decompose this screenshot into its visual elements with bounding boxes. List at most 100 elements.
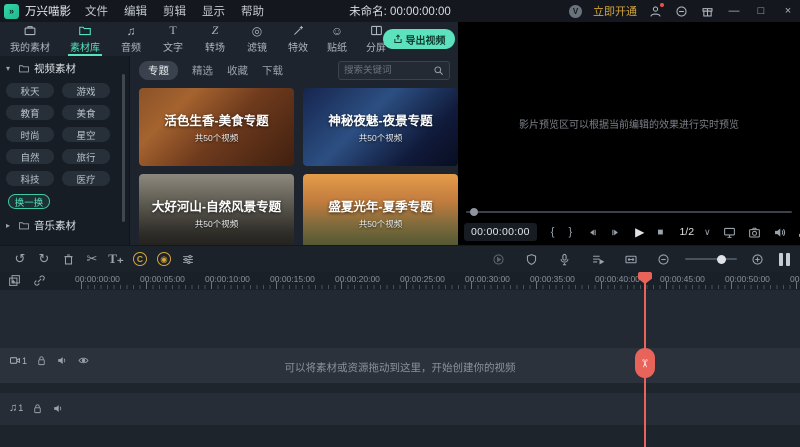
music-note-icon: ♫	[127, 24, 136, 37]
stop-button[interactable]: ■	[657, 227, 663, 238]
export-video-button[interactable]: 导出视频	[383, 29, 455, 49]
render-preview-icon[interactable]	[487, 253, 511, 266]
fit-timeline-icon[interactable]	[619, 253, 643, 266]
menu-clip[interactable]: 剪辑	[163, 3, 186, 19]
tab-effects[interactable]: 特效	[278, 22, 318, 56]
previous-frame-icon[interactable]	[587, 227, 598, 238]
add-text-icon[interactable]: T₊	[104, 251, 128, 267]
seekbar-knob[interactable]	[470, 208, 478, 216]
search-input[interactable]	[344, 65, 429, 76]
undo-icon[interactable]: ↺	[8, 251, 32, 267]
filmora-window: » 万兴喵影 文件 编辑 剪辑 显示 帮助 未命名: 00:00:00:00 V…	[0, 0, 800, 447]
subtab-favorites[interactable]: 收藏	[227, 63, 248, 78]
zoom-slider-handle[interactable]	[717, 255, 726, 264]
sidebar-scrollbar[interactable]	[122, 74, 125, 222]
topic-card-summer[interactable]: 盛夏光年-夏季专题 共50个视频	[303, 174, 458, 245]
tag-nature[interactable]: 自然	[6, 149, 54, 164]
link-clips-icon[interactable]	[33, 274, 46, 287]
tag-food[interactable]: 美食	[62, 105, 110, 120]
minimize-button[interactable]: —	[726, 5, 742, 17]
timeline-ruler[interactable]: 00:00:00:0000:00:05:0000:00:10:0000:00:1…	[0, 272, 800, 290]
snapshot-camera-icon[interactable]	[748, 226, 761, 239]
close-button[interactable]: ×	[780, 5, 796, 17]
tag-medical[interactable]: 医疗	[62, 171, 110, 186]
split-scissors-icon[interactable]: ✂	[80, 251, 104, 267]
mute-track-icon[interactable]	[52, 403, 64, 414]
premium-feature-icon-1[interactable]: C	[128, 252, 152, 266]
upload-icon	[393, 34, 403, 44]
preview-zoom-level[interactable]: 1/2	[679, 226, 694, 238]
tab-stickers[interactable]: ☺ 贴纸	[318, 22, 356, 56]
lock-icon[interactable]	[32, 403, 43, 414]
preview-seekbar[interactable]	[466, 211, 792, 213]
scissors-icon: ✂	[639, 358, 652, 367]
toolbar-right	[487, 253, 800, 266]
tag-autumn[interactable]: 秋天	[6, 83, 54, 98]
menu-help[interactable]: 帮助	[241, 3, 264, 19]
next-frame-icon[interactable]	[610, 227, 621, 238]
menu-edit[interactable]: 编辑	[124, 3, 147, 19]
display-device-icon[interactable]	[723, 226, 736, 239]
gift-icon[interactable]	[700, 4, 715, 19]
track-lane-lower[interactable]	[0, 425, 800, 447]
sidebar-section-music[interactable]: ▸ 音乐素材	[0, 213, 129, 238]
caret-right-icon[interactable]: ▸	[6, 221, 14, 230]
subtab-downloads[interactable]: 下载	[262, 63, 283, 78]
account-icon[interactable]	[648, 4, 663, 19]
timeline-zoom-slider[interactable]	[685, 258, 737, 260]
menubar: 文件 编辑 剪辑 显示 帮助	[85, 3, 264, 19]
play-button[interactable]: ▶	[635, 225, 644, 239]
tag-games[interactable]: 游戏	[62, 83, 110, 98]
volume-icon[interactable]	[773, 226, 786, 239]
track-panel-toggle-icon[interactable]	[779, 253, 791, 266]
delete-icon[interactable]	[56, 253, 80, 266]
audio-track-header: ♫ 1	[9, 402, 64, 414]
tab-transitions[interactable]: Z 转场	[194, 22, 236, 56]
manage-tracks-icon[interactable]	[8, 274, 21, 287]
adjust-sliders-icon[interactable]	[176, 253, 200, 266]
titlebar-right: V 立即开通 — □ ×	[569, 0, 796, 22]
topic-card-night[interactable]: 神秘夜魅-夜景专题 共50个视频	[303, 88, 458, 166]
tag-starry-sky[interactable]: 星空	[62, 127, 110, 142]
tab-audio[interactable]: ♫ 音频	[110, 22, 152, 56]
caret-down-icon[interactable]: ▾	[6, 64, 14, 73]
tag-technology[interactable]: 科技	[6, 171, 54, 186]
chevron-down-icon[interactable]: ∨	[704, 227, 711, 238]
tab-filters[interactable]: ◎ 滤镜	[236, 22, 278, 56]
support-icon[interactable]	[674, 4, 689, 19]
menu-file[interactable]: 文件	[85, 3, 108, 19]
redo-icon[interactable]: ↻	[32, 251, 56, 267]
subtab-topics[interactable]: 专题	[139, 61, 178, 80]
mark-out-icon[interactable]: }	[568, 226, 572, 238]
folder-icon	[18, 63, 30, 74]
tag-travel[interactable]: 旅行	[62, 149, 110, 164]
menu-view[interactable]: 显示	[202, 3, 225, 19]
premium-feature-icon-2[interactable]: ◉	[152, 252, 176, 266]
tag-fashion[interactable]: 时尚	[6, 127, 54, 142]
zoom-in-icon[interactable]	[746, 253, 770, 266]
upgrade-link[interactable]: 立即开通	[593, 3, 637, 19]
topic-card-food[interactable]: 活色生香-美食专题 共50个视频	[139, 88, 294, 166]
maximize-button[interactable]: □	[753, 5, 769, 17]
titlebar: » 万兴喵影 文件 编辑 剪辑 显示 帮助 未命名: 00:00:00:00 V…	[0, 0, 800, 22]
sidebar-section-video[interactable]: ▾ 视频素材	[0, 56, 129, 81]
mark-in-icon[interactable]: {	[551, 226, 555, 238]
tag-education[interactable]: 教育	[6, 105, 54, 120]
track-lane-upper[interactable]	[0, 290, 800, 348]
render-queue-icon[interactable]	[586, 253, 610, 266]
tag-list: 秋天 游戏 教育 美食 时尚 星空 自然 旅行 科技 医疗	[0, 81, 129, 188]
search-box[interactable]	[338, 61, 450, 80]
topic-card-landscape[interactable]: 大好河山-自然风景专题 共50个视频	[139, 174, 294, 245]
tab-text[interactable]: T 文字	[152, 22, 194, 56]
microphone-icon[interactable]	[553, 253, 577, 266]
subtab-featured[interactable]: 精选	[192, 63, 213, 78]
refresh-tags-button[interactable]: 换一换	[8, 194, 50, 209]
tab-stock-library[interactable]: 素材库	[60, 22, 110, 56]
tab-my-media[interactable]: 我的素材	[0, 22, 60, 56]
audio-track-lane[interactable]	[0, 393, 800, 425]
zoom-out-icon[interactable]	[652, 253, 676, 266]
marker-icon[interactable]	[520, 253, 544, 266]
vip-badge-icon[interactable]: V	[569, 5, 582, 18]
playhead-scissors-badge[interactable]: ✂	[635, 348, 655, 378]
search-icon[interactable]	[433, 65, 444, 76]
